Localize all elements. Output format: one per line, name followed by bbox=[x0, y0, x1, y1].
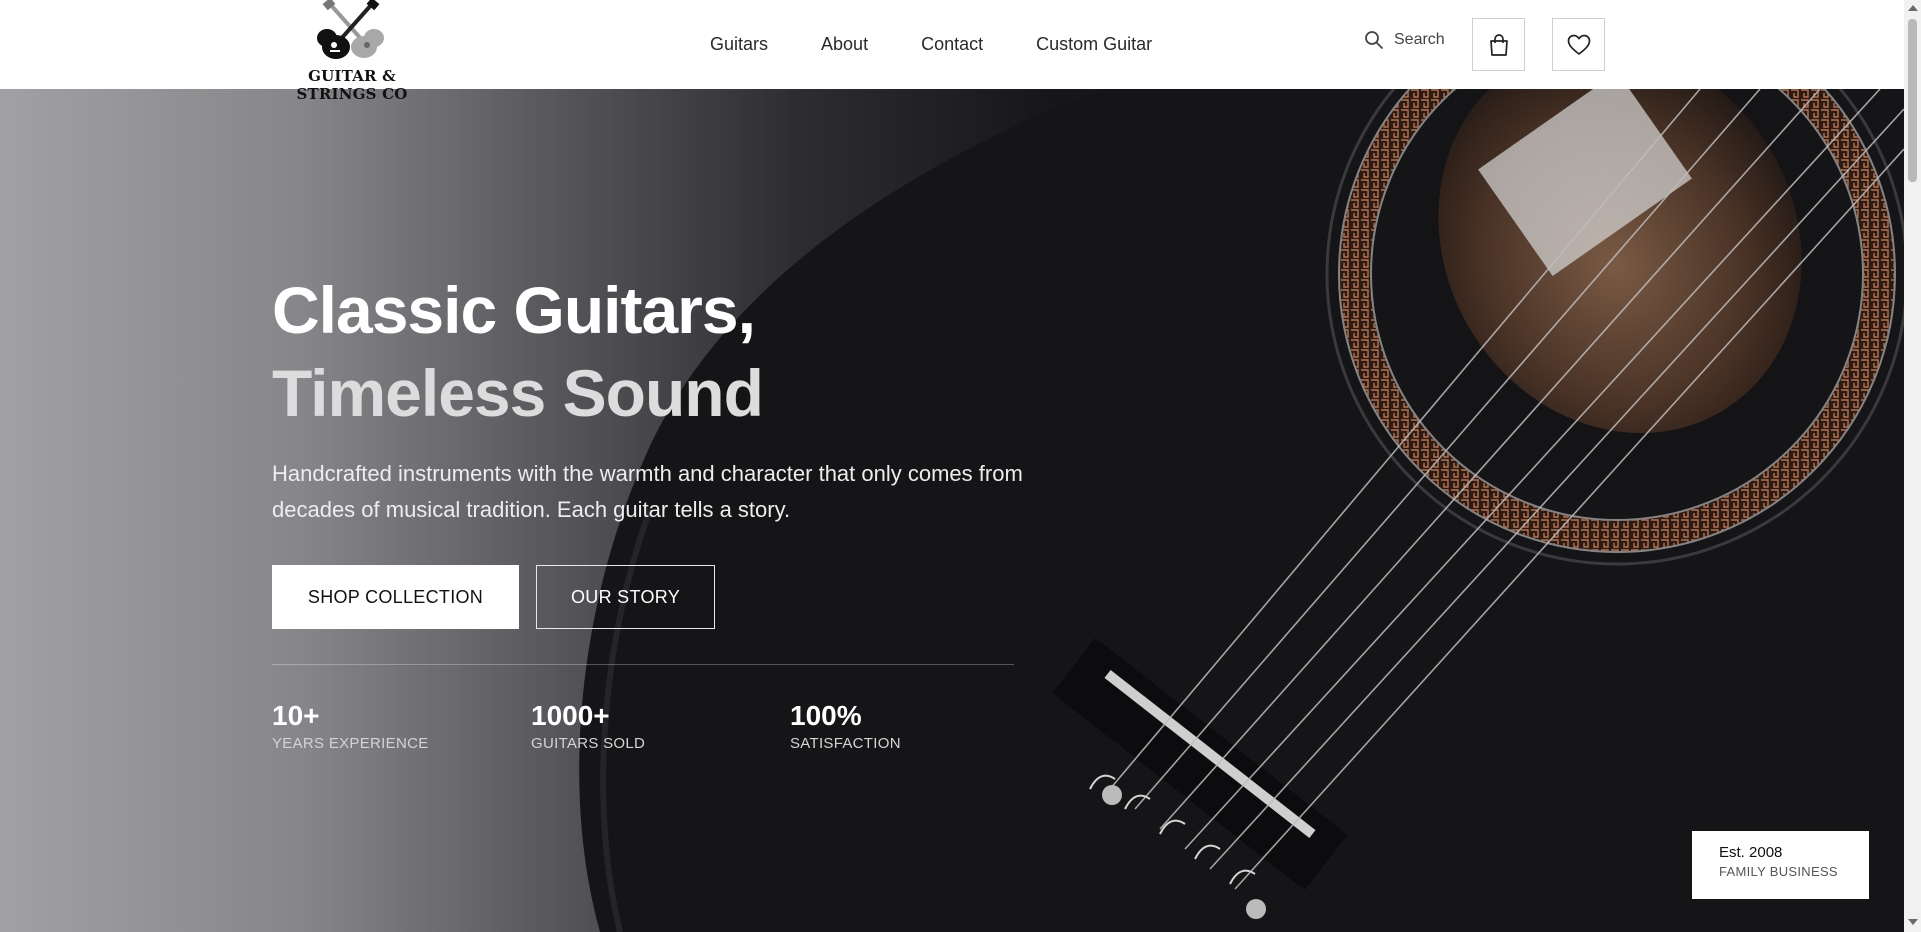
our-story-button[interactable]: OUR STORY bbox=[536, 565, 715, 629]
established-badge: Est. 2008 FAMILY BUSINESS bbox=[1692, 831, 1869, 899]
stat-value: 100% bbox=[790, 700, 862, 731]
wishlist-button[interactable] bbox=[1552, 18, 1605, 71]
brand-logo[interactable]: GUITAR & STRINGS CO bbox=[272, 0, 432, 103]
stat-label: GUITARS SOLD bbox=[531, 735, 646, 752]
badge-caption: FAMILY BUSINESS bbox=[1719, 864, 1838, 879]
site-header: GUITAR & STRINGS CO Guitars About Contac… bbox=[0, 0, 1904, 103]
hero-content: Classic Guitars, Timeless Sound Handcraf… bbox=[272, 89, 1172, 932]
shopping-bag-icon bbox=[1489, 33, 1508, 56]
search-button[interactable]: Search bbox=[1364, 30, 1445, 50]
scroll-up-arrow-icon[interactable] bbox=[1908, 5, 1918, 11]
hero-subtitle: Handcrafted instruments with the warmth … bbox=[272, 461, 1023, 522]
stat-guitars-sold: 1000+ GUITARS SOLD bbox=[531, 700, 645, 752]
logo-text: GUITAR & STRINGS CO bbox=[296, 67, 408, 103]
heart-icon bbox=[1567, 34, 1590, 55]
shop-collection-button[interactable]: SHOP COLLECTION bbox=[272, 565, 519, 629]
hero-title-line2: Timeless Sound bbox=[272, 356, 764, 430]
nav-about[interactable]: About bbox=[821, 34, 868, 55]
hero-title-line1: Classic Guitars, bbox=[272, 273, 756, 347]
badge-year: Est. 2008 bbox=[1719, 844, 1783, 861]
scroll-down-arrow-icon[interactable] bbox=[1908, 919, 1918, 925]
stat-label: SATISFACTION bbox=[790, 735, 901, 752]
stats-divider bbox=[272, 664, 1014, 665]
scrollbar-thumb[interactable] bbox=[1908, 19, 1917, 182]
search-icon bbox=[1365, 31, 1383, 49]
nav-guitars[interactable]: Guitars bbox=[710, 34, 768, 55]
stat-satisfaction: 100% SATISFACTION bbox=[790, 700, 901, 752]
hero-section: Classic Guitars, Timeless Sound Handcraf… bbox=[0, 89, 1904, 932]
crossed-guitars-icon bbox=[317, 0, 384, 59]
page-scrollbar[interactable] bbox=[1904, 0, 1921, 932]
main-nav: Guitars About Contact Custom Guitar bbox=[710, 0, 1152, 89]
nav-custom-guitar[interactable]: Custom Guitar bbox=[1036, 34, 1152, 55]
stat-label: YEARS EXPERIENCE bbox=[272, 735, 429, 752]
stat-value: 1000+ bbox=[531, 700, 610, 731]
stat-years: 10+ YEARS EXPERIENCE bbox=[272, 700, 429, 752]
hero-title: Classic Guitars, Timeless Sound bbox=[272, 269, 764, 435]
stat-value: 10+ bbox=[272, 700, 320, 731]
nav-contact[interactable]: Contact bbox=[921, 34, 983, 55]
cart-button[interactable] bbox=[1472, 18, 1525, 71]
search-label: Search bbox=[1394, 31, 1445, 48]
